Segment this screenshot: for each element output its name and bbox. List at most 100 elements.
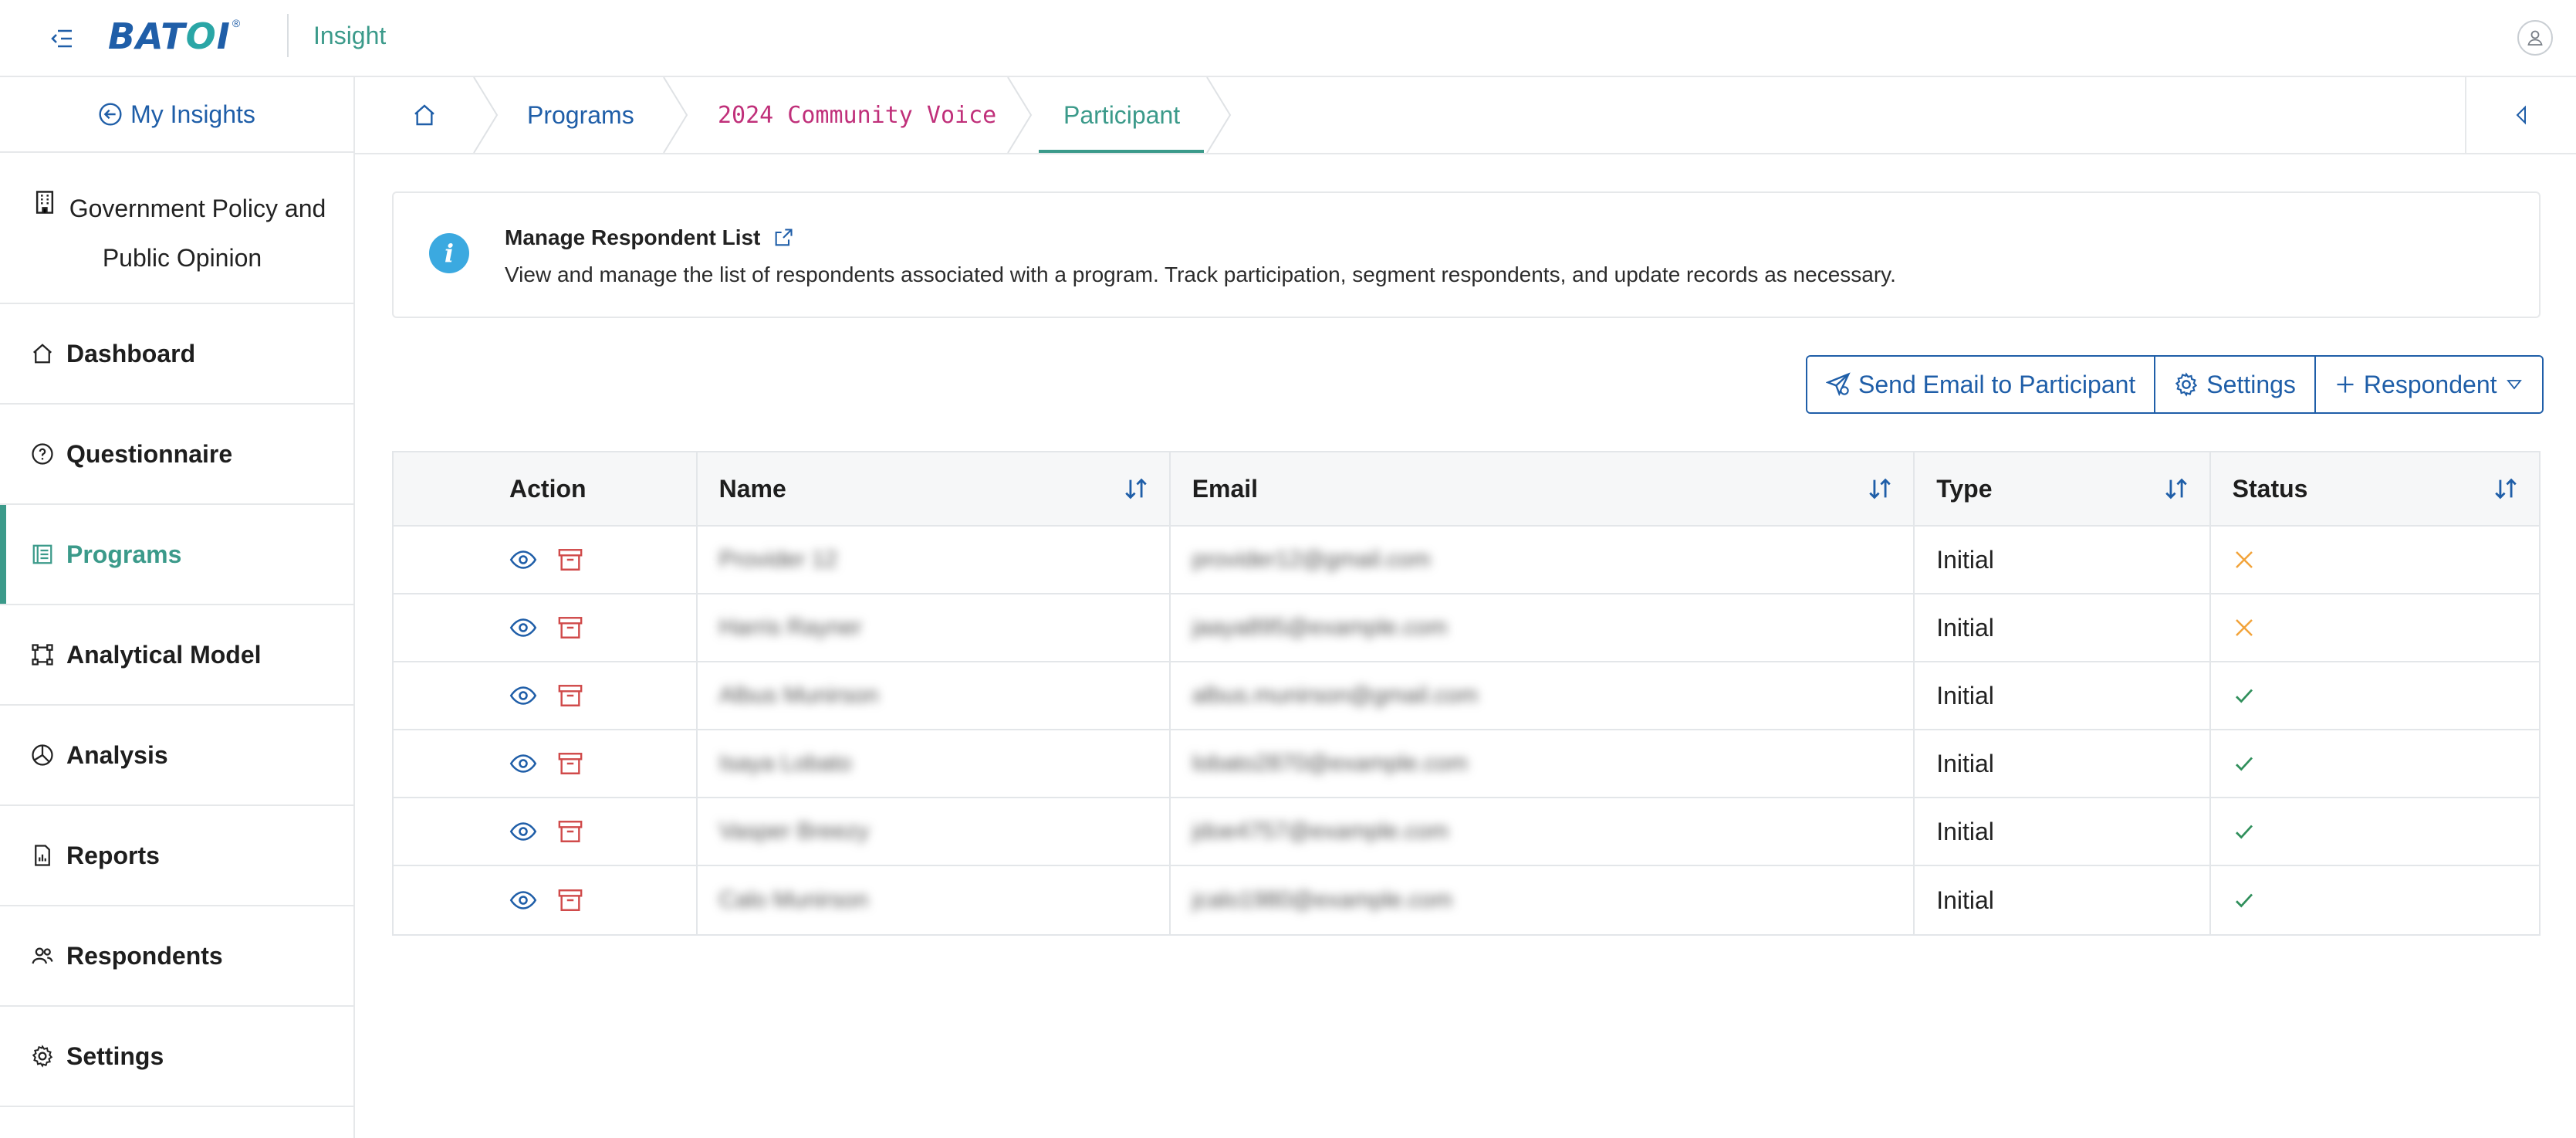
respondent-email: jcalo1980@example.com	[1192, 887, 1452, 913]
gear-icon	[2175, 372, 2198, 397]
cross-icon	[2233, 548, 2256, 571]
external-link-icon[interactable]	[772, 227, 794, 249]
sidebar-item-label: Settings	[66, 1041, 164, 1070]
respondent-name: Calo Munirson	[718, 887, 869, 913]
programs-icon	[32, 544, 52, 564]
table-row: Provider 12 provider12@gmail.com Initial	[394, 527, 2539, 594]
column-header-status[interactable]: Status	[2211, 452, 2539, 525]
archive-icon[interactable]	[557, 547, 583, 573]
view-icon[interactable]	[509, 614, 537, 642]
breadcrumb-separator	[1206, 77, 1232, 153]
email-cell: albus.munirson@gmail.com	[1171, 662, 1915, 729]
column-header-email[interactable]: Email	[1171, 452, 1915, 525]
respondent-email: lobato2870@example.com	[1192, 750, 1469, 776]
app-name: Insight	[313, 22, 387, 49]
breadcrumb: Programs 2024 Community Voice Participan…	[355, 77, 2576, 154]
pie-chart-icon	[32, 744, 53, 766]
action-cell	[394, 662, 698, 729]
project-title-line2: Public Opinion	[102, 244, 262, 272]
menu-collapse-icon[interactable]	[46, 23, 77, 54]
type-cell: Initial	[1915, 730, 2211, 797]
sidebar-item-label: Respondents	[66, 941, 223, 970]
archive-icon[interactable]	[557, 887, 583, 913]
sidebar-item-analytical-model[interactable]: Analytical Model	[0, 605, 353, 706]
archive-icon[interactable]	[557, 682, 583, 709]
respondent-name: Vasper Breezy	[718, 818, 870, 844]
status-cell	[2211, 866, 2539, 934]
check-icon	[2233, 684, 2256, 707]
archive-icon[interactable]	[557, 818, 583, 845]
table-row: Harris Rayner jaaya895@example.com Initial	[394, 594, 2539, 662]
breadcrumb-programs[interactable]: Programs	[527, 77, 634, 153]
settings-label: Settings	[2206, 370, 2296, 398]
breadcrumb-participant[interactable]: Participant	[1063, 77, 1180, 153]
archive-icon[interactable]	[557, 615, 583, 641]
sort-icon[interactable]	[2163, 476, 2189, 502]
column-header-name[interactable]: Name	[698, 452, 1171, 525]
sidebar-item-label: Dashboard	[66, 339, 196, 367]
info-title: Manage Respondent List	[505, 225, 794, 250]
view-icon[interactable]	[509, 750, 537, 777]
respondent-email: jaaya895@example.com	[1192, 615, 1448, 640]
info-title-text: Manage Respondent List	[505, 225, 761, 249]
status-cell	[2211, 730, 2539, 797]
name-cell: Albus Munirson	[698, 662, 1171, 729]
respondent-type: Initial	[1936, 613, 1994, 642]
add-respondent-button[interactable]: Respondent	[2314, 357, 2542, 412]
column-header-type[interactable]: Type	[1915, 452, 2211, 525]
settings-button[interactable]: Settings	[2154, 357, 2314, 412]
sidebar-item-questionnaire[interactable]: Questionnaire	[0, 405, 353, 505]
sidebar-item-settings[interactable]: Settings	[0, 1007, 353, 1107]
plus-icon	[2337, 376, 2354, 393]
archive-icon[interactable]	[557, 750, 583, 777]
sidebar-item-programs[interactable]: Programs	[0, 505, 353, 605]
respondent-name: Harris Rayner	[718, 615, 862, 640]
view-icon[interactable]	[509, 546, 537, 574]
column-header-label: Email	[1192, 474, 1259, 503]
sidebar-item-dashboard[interactable]: Dashboard	[0, 304, 353, 405]
action-cell	[394, 730, 698, 797]
users-icon	[32, 947, 53, 964]
report-icon	[35, 845, 50, 866]
respondent-email: provider12@gmail.com	[1192, 547, 1431, 572]
view-icon[interactable]	[509, 886, 537, 914]
breadcrumb-program[interactable]: 2024 Community Voice	[718, 77, 996, 153]
respondent-name: Albus Munirson	[718, 682, 879, 708]
divider	[287, 14, 289, 57]
send-email-button[interactable]: Send Email to Participant	[1807, 357, 2155, 412]
respondent-name: Provider 12	[718, 547, 838, 572]
top-bar: BATOI ® Insight	[0, 0, 2576, 77]
email-cell: jcalo1980@example.com	[1171, 866, 1915, 934]
status-cell	[2211, 662, 2539, 729]
breadcrumb-separator	[473, 77, 499, 153]
table-header: Action Name Email Type Status	[394, 452, 2539, 527]
respondents-table: Action Name Email Type Status Provider 1…	[392, 451, 2541, 936]
view-icon[interactable]	[509, 682, 537, 710]
sort-icon[interactable]	[2493, 476, 2519, 502]
sidebar-item-reports[interactable]: Reports	[0, 806, 353, 906]
name-cell: Vasper Breezy	[698, 798, 1171, 865]
my-insights-label: My Insights	[130, 100, 255, 128]
home-icon	[414, 104, 434, 126]
sort-icon[interactable]	[1123, 476, 1149, 502]
my-insights-link[interactable]: My Insights	[0, 77, 353, 153]
breadcrumb-home[interactable]	[412, 77, 437, 153]
status-cell	[2211, 798, 2539, 865]
name-cell: Provider 12	[698, 527, 1171, 593]
action-toolbar: Send Email to Participant Settings Respo…	[1806, 355, 2544, 414]
sort-icon[interactable]	[1867, 476, 1893, 502]
view-icon[interactable]	[509, 818, 537, 845]
info-icon: i	[429, 233, 469, 273]
user-icon[interactable]	[2517, 20, 2553, 56]
collapse-panel-button[interactable]	[2465, 77, 2576, 153]
column-header-label: Type	[1936, 474, 1993, 503]
type-cell: Initial	[1915, 527, 2211, 593]
action-cell	[394, 527, 698, 593]
check-icon	[2233, 820, 2256, 843]
sidebar-item-respondents[interactable]: Respondents	[0, 906, 353, 1007]
sidebar-item-label: Programs	[66, 540, 182, 568]
check-icon	[2233, 889, 2256, 912]
check-icon	[2233, 752, 2256, 775]
sidebar-item-analysis[interactable]: Analysis	[0, 706, 353, 806]
table-row: Albus Munirson albus.munirson@gmail.com In…	[394, 662, 2539, 730]
